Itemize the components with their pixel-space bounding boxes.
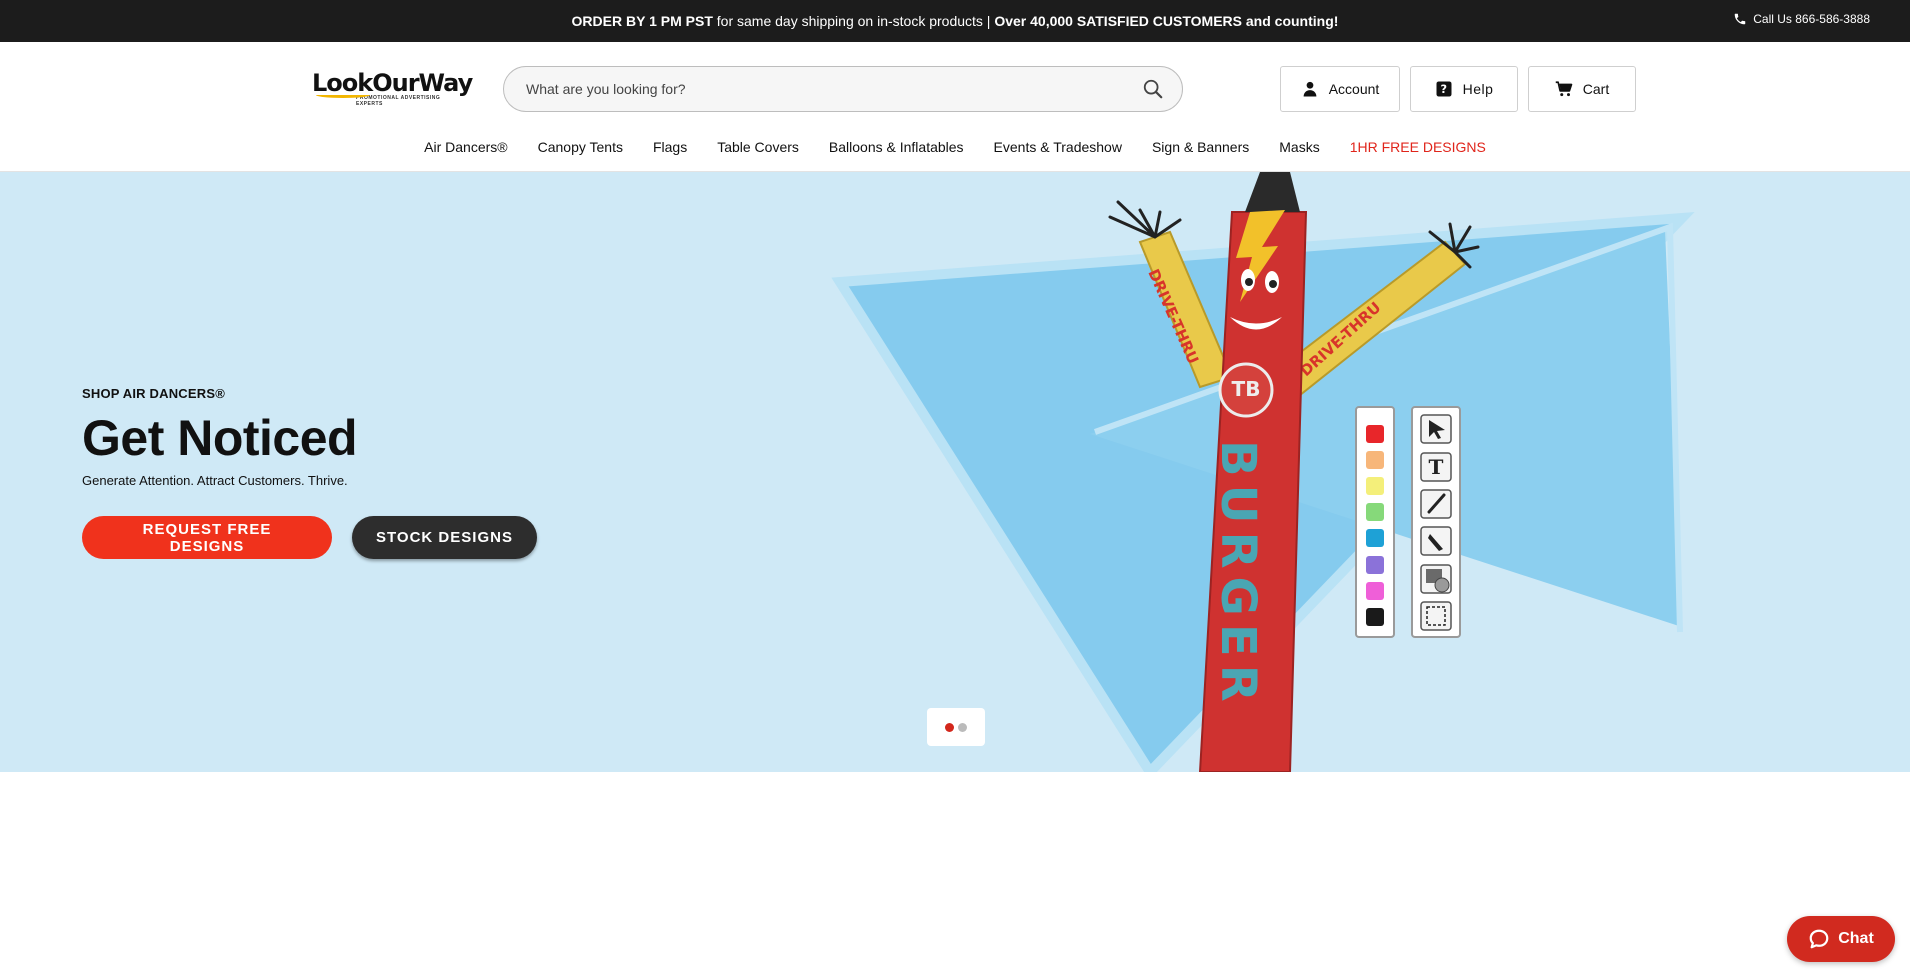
help-icon: ? xyxy=(1436,81,1452,97)
slider-pagination xyxy=(927,708,985,746)
pen-tool-icon[interactable] xyxy=(1420,526,1452,556)
palette-swatch-pink[interactable] xyxy=(1366,582,1384,600)
cart-button[interactable]: Cart xyxy=(1528,66,1636,112)
cart-icon xyxy=(1555,81,1573,97)
search-button[interactable] xyxy=(1142,78,1166,102)
palette-swatch-green[interactable] xyxy=(1366,503,1384,521)
dancer-badge-text: TB xyxy=(1232,377,1261,401)
help-label: Help xyxy=(1462,81,1494,97)
hero-copy: SHOP AIR DANCERS® Get Noticed Generate A… xyxy=(82,386,358,488)
chat-bubble-icon xyxy=(1809,929,1829,949)
nav-item-air-dancers[interactable]: Air Dancers® xyxy=(409,132,522,162)
promo-text: for same day shipping on in-stock produc… xyxy=(712,13,995,29)
promo-bold-2: Over 40,000 SATISFIED CUSTOMERS and coun… xyxy=(994,13,1339,29)
search-icon xyxy=(1143,79,1163,99)
shipping-promo: ORDER BY 1 PM PST for same day shipping … xyxy=(0,0,1910,42)
main-nav: Air Dancers® Canopy Tents Flags Table Co… xyxy=(0,132,1910,162)
palette-swatch-black[interactable] xyxy=(1366,608,1384,626)
user-icon xyxy=(1303,81,1317,97)
brush-tool-icon[interactable] xyxy=(1420,489,1452,519)
account-label: Account xyxy=(1328,81,1380,97)
hero-cta-group: REQUEST FREE DESIGNS STOCK DESIGNS xyxy=(82,516,537,559)
text-tool-icon[interactable]: T xyxy=(1420,452,1452,482)
hero-subtitle: Generate Attention. Attract Customers. T… xyxy=(82,473,348,488)
call-us-label: Call Us 866-586-3888 xyxy=(1753,12,1870,26)
palette-swatch-blue[interactable] xyxy=(1366,529,1384,547)
nav-item-table-covers[interactable]: Table Covers xyxy=(702,132,814,162)
help-button[interactable]: ? Help xyxy=(1410,66,1518,112)
site-logo[interactable]: LookOurWay PROMOTIONAL ADVERTISING EXPER… xyxy=(312,70,473,107)
shape-tool-icon[interactable] xyxy=(1420,564,1452,594)
nav-item-canopy-tents[interactable]: Canopy Tents xyxy=(523,132,638,162)
svg-text:T: T xyxy=(1429,455,1444,479)
palette-swatch-purple[interactable] xyxy=(1366,556,1384,574)
cart-label: Cart xyxy=(1582,81,1610,97)
chat-button[interactable]: Chat xyxy=(1787,916,1895,962)
logo-swoosh xyxy=(316,92,370,98)
hero-title: Get Noticed xyxy=(82,410,358,466)
slider-dot-1[interactable] xyxy=(945,722,954,732)
slider-dot-2[interactable] xyxy=(958,722,967,732)
phone-icon xyxy=(1735,13,1746,25)
nav-item-free-designs[interactable]: 1HR FREE DESIGNS xyxy=(1335,132,1501,162)
search-bar xyxy=(503,66,1183,112)
hero-banner: DRIVE-THRU DRIVE-THRU TB BURGER T SHOP A… xyxy=(0,172,1910,772)
svg-text:?: ? xyxy=(1440,83,1447,96)
palette-swatch-yellow[interactable] xyxy=(1366,477,1384,495)
account-button[interactable]: Account xyxy=(1280,66,1400,112)
tool-panel: T xyxy=(1411,406,1461,638)
call-us-link[interactable]: Call Us 866-586-3888 xyxy=(1733,0,1870,38)
color-palette-panel xyxy=(1355,406,1395,638)
select-tool-icon[interactable] xyxy=(1420,601,1452,631)
search-input[interactable] xyxy=(526,67,1126,111)
palette-swatch-red[interactable] xyxy=(1366,425,1384,443)
site-header: LookOurWay PROMOTIONAL ADVERTISING EXPER… xyxy=(0,42,1910,172)
chat-label: Chat xyxy=(1838,930,1874,947)
stock-designs-button[interactable]: STOCK DESIGNS xyxy=(352,516,537,559)
pointer-tool-icon[interactable] xyxy=(1420,414,1452,444)
hero-kicker[interactable]: SHOP AIR DANCERS® xyxy=(82,386,357,401)
request-free-designs-button[interactable]: REQUEST FREE DESIGNS xyxy=(82,516,332,559)
nav-item-balloons-inflatables[interactable]: Balloons & Inflatables xyxy=(814,132,979,162)
palette-swatch-peach[interactable] xyxy=(1366,451,1384,469)
dancer-body-text: BURGER xyxy=(1210,440,1266,710)
nav-item-flags[interactable]: Flags xyxy=(638,132,702,162)
announcement-bar: ORDER BY 1 PM PST for same day shipping … xyxy=(0,0,1910,42)
nav-item-masks[interactable]: Masks xyxy=(1264,132,1334,162)
promo-bold-1: ORDER BY 1 PM PST xyxy=(571,13,713,29)
nav-item-sign-banners[interactable]: Sign & Banners xyxy=(1137,132,1264,162)
nav-item-events-tradeshow[interactable]: Events & Tradeshow xyxy=(979,132,1137,162)
